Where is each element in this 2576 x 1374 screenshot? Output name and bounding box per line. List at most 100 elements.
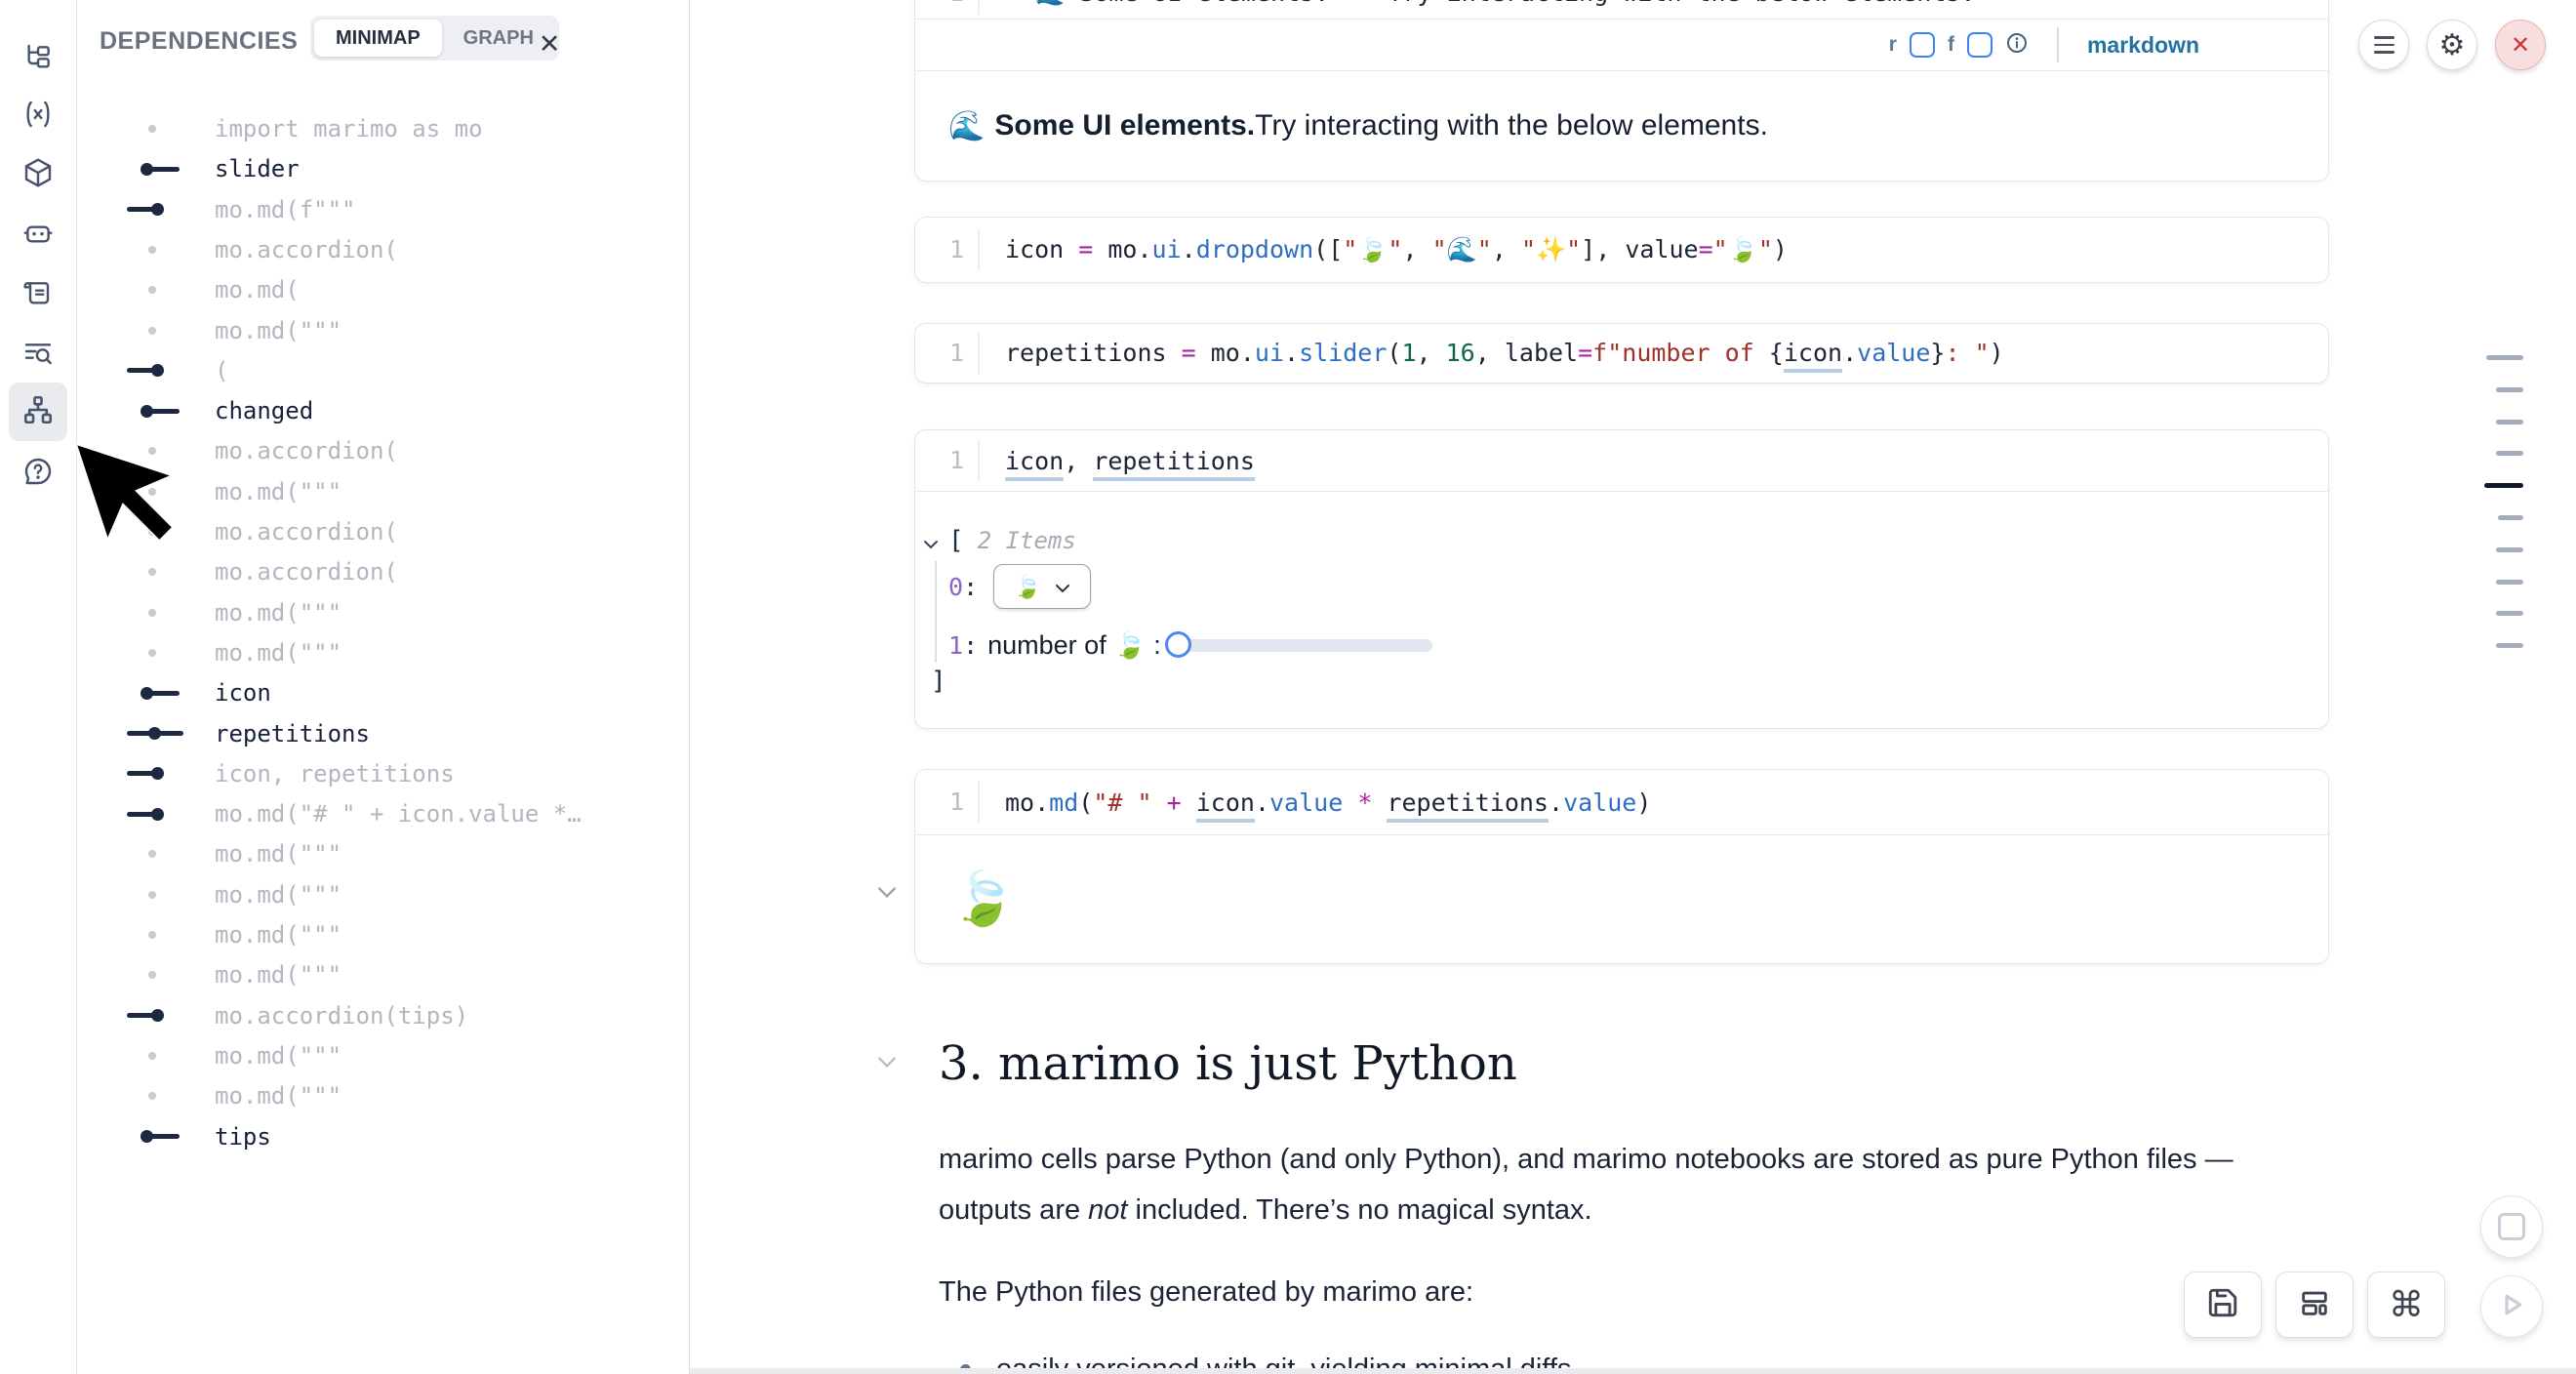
colon: : — [963, 573, 978, 601]
minimap-item[interactable]: mo.md(""" — [127, 472, 673, 511]
cell-bar[interactable] — [2496, 611, 2523, 616]
minimap-item-label: mo.accordion(tips) — [215, 996, 468, 1035]
minimap-item[interactable]: slider — [127, 149, 673, 188]
sidebar-item-dependency-graph[interactable] — [9, 383, 67, 441]
code-editor[interactable]: 1 **🌊 Some UI elements.** Try interactin… — [915, 0, 2328, 19]
tab-minimap[interactable]: MINIMAP — [314, 20, 442, 57]
minimap-item[interactable]: mo.accordion( — [127, 230, 673, 269]
minimap-item[interactable]: mo.md( — [127, 270, 673, 309]
cell-bar[interactable] — [2498, 515, 2523, 520]
minimap-item[interactable]: icon — [127, 673, 673, 712]
sidebar-item-outline-search[interactable] — [17, 334, 60, 377]
settings-button[interactable]: ⚙ — [2427, 20, 2477, 70]
cell-node-inout-icon — [127, 714, 189, 753]
code-editor[interactable]: 1 mo.md("# " + icon.value * repetitions.… — [915, 770, 2328, 835]
panel-close-icon[interactable]: ✕ — [531, 25, 568, 62]
output-text: Try interacting with the below elements. — [1255, 109, 1768, 142]
keyboard-shortcuts-button[interactable]: ⌘ — [2367, 1272, 2445, 1338]
minimap-item-label: mo.md(""" — [215, 1076, 342, 1115]
language-badge[interactable]: markdown — [2087, 32, 2199, 59]
minimap-item[interactable]: mo.md(""" — [127, 875, 673, 914]
sidebar-item-ai-assistant[interactable] — [17, 213, 60, 256]
cell-tuple-output: 1 icon, repetitions [ 2 Items 0 : 🍃 1 : — [914, 429, 2329, 729]
minimap-item[interactable]: icon, repetitions — [127, 754, 673, 793]
cell-node-out-icon — [127, 673, 189, 712]
sidebar-item-help[interactable] — [17, 452, 60, 495]
cell-bar[interactable] — [2496, 580, 2523, 585]
cell-node-out-icon — [127, 1117, 189, 1156]
code-editor[interactable]: 1 icon = mo.ui.dropdown(["🍃", "🌊", "✨"],… — [915, 218, 2328, 281]
minimap-item[interactable]: import marimo as mo — [127, 109, 673, 148]
minimap-item[interactable]: mo.md("# " + icon.value *… — [127, 794, 673, 833]
minimap-item[interactable]: mo.accordion( — [127, 431, 673, 470]
minimap-item-label: mo.md("# " + icon.value *… — [215, 794, 582, 833]
minimap-item[interactable]: ( — [127, 351, 673, 390]
stop-button[interactable] — [2480, 1195, 2543, 1258]
minimap-item[interactable]: mo.md(""" — [127, 593, 673, 632]
sidebar-item-variables[interactable] — [17, 95, 60, 138]
minimap-item[interactable]: mo.accordion( — [127, 512, 673, 551]
sidebar-item-logs[interactable] — [17, 274, 60, 317]
tree-item-1: 1 : number of 🍃 : — [948, 626, 1432, 665]
slider[interactable] — [1177, 639, 1432, 652]
info-icon[interactable] — [2005, 31, 2029, 60]
minimap-item[interactable]: mo.md(""" — [127, 1076, 673, 1115]
minimap-item[interactable]: mo.md(""" — [127, 834, 673, 873]
minimap-item-label: tips — [215, 1117, 271, 1156]
minimap-item[interactable]: mo.md(""" — [127, 915, 673, 954]
sidebar-item-packages[interactable] — [17, 153, 60, 196]
section-heading: 3. marimo is just Python — [939, 1036, 1517, 1091]
save-button[interactable] — [2184, 1272, 2262, 1338]
minimap-item[interactable]: mo.md(""" — [127, 955, 673, 994]
heading-output: 🍃 — [915, 835, 2328, 962]
cell-node-dot-icon — [127, 1036, 189, 1075]
wave-emoji: 🌊 — [948, 109, 985, 143]
cell-bar[interactable] — [2496, 420, 2523, 424]
chevron-down-icon[interactable] — [876, 1056, 898, 1073]
minimap-item[interactable]: mo.accordion( — [127, 552, 673, 591]
minimap-item[interactable]: changed — [127, 391, 673, 430]
marimo-app: DEPENDENCIES MINIMAP GRAPH ✕ import mari… — [0, 0, 2576, 1374]
list-search-icon — [22, 338, 54, 374]
minimap-item[interactable]: mo.md(""" — [127, 311, 673, 350]
view-switcher: MINIMAP GRAPH — [310, 16, 559, 61]
shutdown-button[interactable]: ✕ — [2495, 20, 2546, 70]
minimap-item[interactable]: tips — [127, 1117, 673, 1156]
chevron-down-icon[interactable] — [923, 527, 939, 555]
layout-button[interactable] — [2275, 1272, 2354, 1338]
chevron-down-icon — [1055, 574, 1070, 599]
minimap-item-label: mo.accordion( — [215, 230, 398, 269]
sidebar-item-file-explorer[interactable] — [17, 38, 60, 81]
minimap-item[interactable]: mo.md(""" — [127, 633, 673, 672]
minimap-item-label: changed — [215, 391, 313, 430]
fstring-toggle-label: f — [1948, 33, 1954, 57]
item-index: 1 — [948, 631, 963, 660]
chevron-down-icon[interactable] — [876, 886, 898, 904]
minimap-item[interactable]: repetitions — [127, 714, 673, 753]
slider-handle[interactable] — [1165, 631, 1191, 658]
raw-toggle-checkbox[interactable] — [1910, 32, 1935, 58]
tree-item-0: 0 : 🍃 — [948, 565, 1091, 608]
slider-label: number of 🍃 : — [987, 629, 1161, 661]
notebook-menu-button[interactable] — [2358, 20, 2409, 70]
cell-bar[interactable] — [2496, 387, 2523, 392]
items-count: 2 Items — [978, 527, 1076, 554]
minimap-item-label: repetitions — [215, 714, 370, 753]
cell-bar[interactable] — [2496, 643, 2523, 648]
mouse-cursor — [74, 441, 176, 545]
cell-bar[interactable] — [2486, 355, 2523, 360]
gear-icon: ⚙ — [2439, 28, 2466, 62]
minimap-item[interactable]: mo.md(f""" — [127, 190, 673, 229]
code-editor[interactable]: 1 icon, repetitions — [915, 430, 2328, 492]
cell-bar[interactable] — [2496, 451, 2523, 456]
code-editor[interactable]: 1 repetitions = mo.ui.slider(1, 16, labe… — [915, 324, 2328, 382]
minimap-item[interactable]: mo.md(""" — [127, 1036, 673, 1075]
fstring-toggle-checkbox[interactable] — [1967, 32, 1992, 58]
cell-bar[interactable] — [2496, 547, 2523, 552]
minimap-item-label: mo.md(""" — [215, 955, 342, 994]
cell-bar-active[interactable] — [2484, 483, 2523, 488]
minimap-item[interactable]: mo.accordion(tips) — [127, 996, 673, 1035]
run-button[interactable] — [2480, 1275, 2543, 1338]
dropdown-select[interactable]: 🍃 — [993, 564, 1091, 609]
minimap-item-label: mo.md(""" — [215, 633, 342, 672]
